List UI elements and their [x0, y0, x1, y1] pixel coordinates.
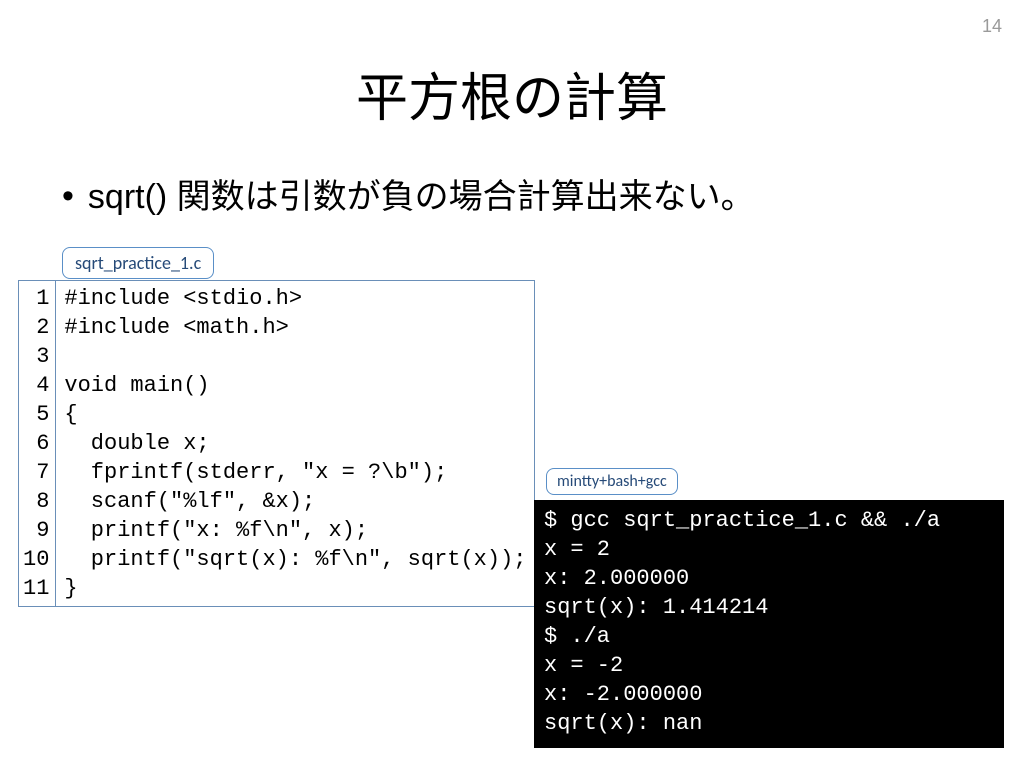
line-number: 6: [23, 429, 49, 458]
terminal-label: mintty+bash+gcc: [546, 468, 678, 495]
line-number: 10: [23, 545, 49, 574]
line-number: 8: [23, 487, 49, 516]
source-code-box: 1 2 3 4 5 6 7 8 9 10 11 #include <stdio.…: [18, 280, 535, 607]
line-number: 1: [23, 284, 49, 313]
line-number: 5: [23, 400, 49, 429]
line-number: 4: [23, 371, 49, 400]
line-number: 11: [23, 574, 49, 603]
slide: 14 平方根の計算 • sqrt() 関数は引数が負の場合計算出来ない。 sqr…: [0, 0, 1024, 768]
bullet-item: • sqrt() 関数は引数が負の場合計算出来ない。: [62, 175, 994, 219]
terminal-output: $ gcc sqrt_practice_1.c && ./a x = 2 x: …: [534, 500, 1004, 748]
source-file-label: sqrt_practice_1.c: [62, 247, 214, 279]
bullet-text: sqrt() 関数は引数が負の場合計算出来ない。: [88, 175, 755, 219]
bullet-dot-icon: •: [62, 175, 74, 218]
slide-title: 平方根の計算: [0, 56, 1024, 131]
line-number: 3: [23, 342, 49, 371]
line-number: 7: [23, 458, 49, 487]
page-number: 14: [982, 16, 1002, 37]
line-number-gutter: 1 2 3 4 5 6 7 8 9 10 11: [19, 281, 56, 606]
line-number: 9: [23, 516, 49, 545]
line-number: 2: [23, 313, 49, 342]
source-code: #include <stdio.h> #include <math.h> voi…: [56, 281, 534, 606]
